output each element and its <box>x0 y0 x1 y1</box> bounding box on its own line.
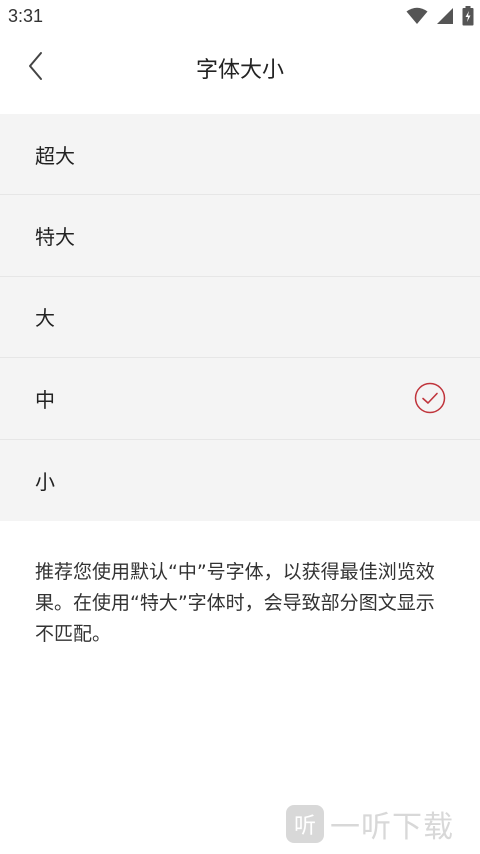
wifi-icon <box>406 7 428 24</box>
option-special-large[interactable]: 特大 <box>0 195 480 277</box>
option-label: 超大 <box>35 143 75 168</box>
header: 字体大小 <box>0 32 480 114</box>
option-label: 中 <box>35 387 55 412</box>
cellular-signal-icon <box>437 8 453 24</box>
option-large[interactable]: 大 <box>0 277 480 359</box>
font-size-note: 推荐您使用默认“中”号字体，以获得最佳浏览效果。在使用“特大”字体时，会导致部分… <box>35 561 435 645</box>
option-label: 小 <box>35 469 55 494</box>
watermark-text: 一听下载 <box>330 810 454 845</box>
status-time: 3:31 <box>8 6 44 26</box>
check-circle-icon <box>414 383 446 414</box>
battery-icon <box>462 6 474 26</box>
watermark-logo-text: 听 <box>293 814 316 839</box>
option-medium[interactable]: 中 <box>0 358 480 440</box>
watermark-logo: 听 <box>286 805 324 843</box>
page-title: 字体大小 <box>195 58 284 83</box>
option-extra-large[interactable]: 超大 <box>0 114 480 196</box>
option-label: 大 <box>35 306 55 331</box>
font-size-options: 超大 特大 大 中 小 <box>0 114 480 521</box>
status-icons <box>406 6 474 26</box>
watermark: 听 一听下载 <box>286 802 454 846</box>
option-label: 特大 <box>35 225 75 250</box>
status-bar: 3:31 <box>0 0 480 32</box>
option-small[interactable]: 小 <box>0 440 480 521</box>
